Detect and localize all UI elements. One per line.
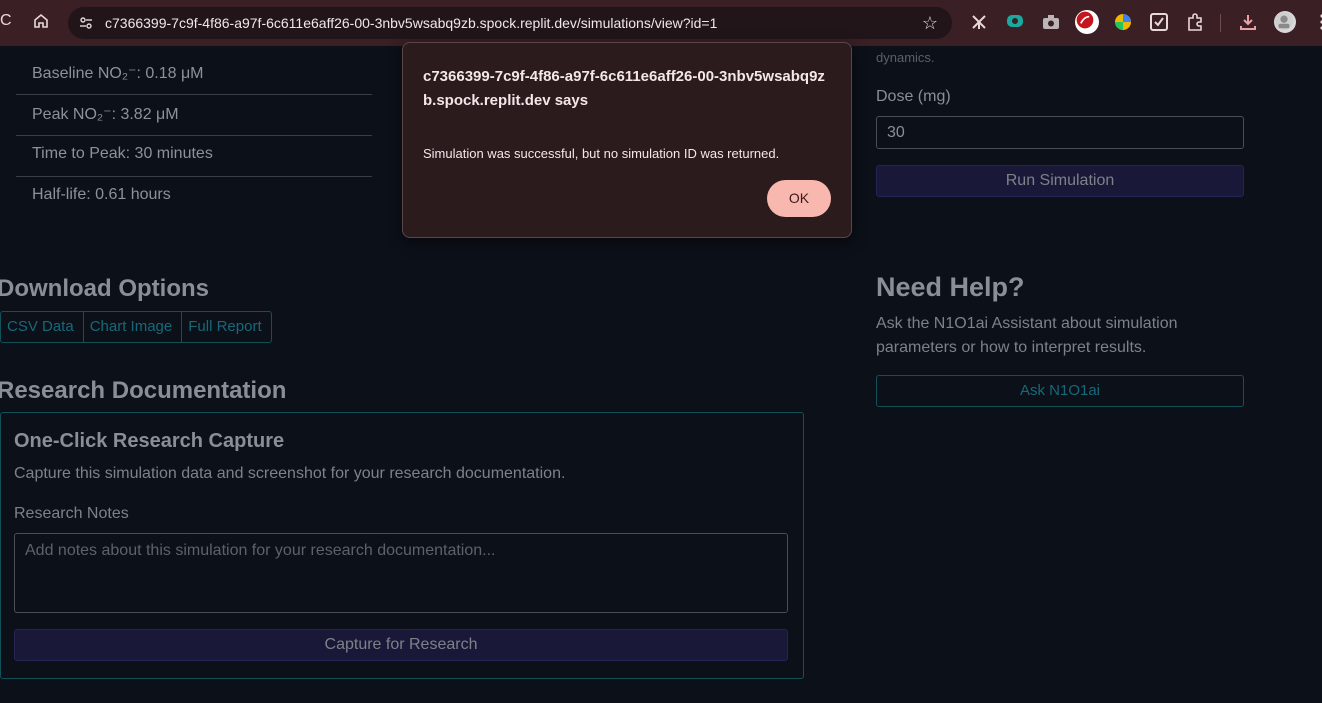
research-notes-textarea[interactable]: Add notes about this simulation for your… [14,533,788,613]
dialog-origin-text: c7366399-7c9f-4f86-a97f-6c611e6aff26-00-… [423,68,825,109]
download-icon[interactable] [1238,12,1258,32]
extension-checkbox-icon[interactable] [1149,12,1169,32]
stat-baseline: Baseline NO₂⁻: 0.18 μM [16,54,372,95]
dose-input[interactable]: 30 [876,116,1244,149]
stat-half-life: Half-life: 0.61 hours [32,186,171,203]
extensions-puzzle-icon[interactable] [1185,12,1205,32]
extension-compass-icon[interactable] [1113,12,1133,32]
research-notes-label: Research Notes [14,505,129,522]
ok-button[interactable]: OK [767,180,831,217]
help-description: Ask the N1O1ai Assistant about simulatio… [876,315,1178,356]
stat-peak: Peak NO₂⁻: 3.82 μM [16,95,372,136]
extension-flower-icon[interactable] [969,12,989,32]
full-report-button[interactable]: Full Report [182,312,270,342]
extension-chat-icon[interactable] [1005,12,1025,32]
ask-assistant-button[interactable]: Ask N1O1ai [876,375,1244,407]
camera-icon[interactable] [1041,12,1061,32]
notes-placeholder: Add notes about this simulation for your… [25,542,496,559]
address-bar[interactable]: c7366399-7c9f-4f86-a97f-6c611e6aff26-00-… [68,7,952,39]
alert-dialog: c7366399-7c9f-4f86-a97f-6c611e6aff26-00-… [402,42,852,238]
profile-avatar[interactable] [1274,11,1296,33]
csv-data-button[interactable]: CSV Data [1,312,84,342]
browser-toolbar: C c7366399-7c9f-4f86-a97f-6c611e6aff26-0… [0,0,1322,46]
research-capture-card: One-Click Research Capture Capture this … [0,412,804,679]
dialog-message: Simulation was successful, but no simula… [423,146,780,161]
card-title: One-Click Research Capture [14,430,285,452]
download-button-group: CSV Data Chart Image Full Report [0,311,272,343]
description-fragment: dynamics. [876,50,935,65]
need-help-heading: Need Help? [876,272,1025,302]
capture-for-research-button[interactable]: Capture for Research [14,629,788,661]
menu-kebab-icon[interactable] [1312,12,1322,32]
research-documentation-heading: Research Documentation [0,377,287,404]
stat-time-to-peak: Time to Peak: 30 minutes [16,136,372,177]
dose-label: Dose (mg) [876,88,951,105]
card-description: Capture this simulation data and screens… [14,465,566,482]
toolbar-divider [1220,14,1221,32]
run-simulation-button[interactable]: Run Simulation [876,165,1244,197]
pdf-extension-icon[interactable] [1075,10,1099,34]
reload-icon[interactable]: C [0,12,14,34]
bookmark-star-icon[interactable]: ☆ [922,13,938,34]
download-options-heading: Download Options [0,275,209,302]
home-icon[interactable] [32,12,52,34]
chart-image-button[interactable]: Chart Image [84,312,183,342]
site-info-icon[interactable] [78,15,94,31]
url-text[interactable]: c7366399-7c9f-4f86-a97f-6c611e6aff26-00-… [105,15,717,31]
